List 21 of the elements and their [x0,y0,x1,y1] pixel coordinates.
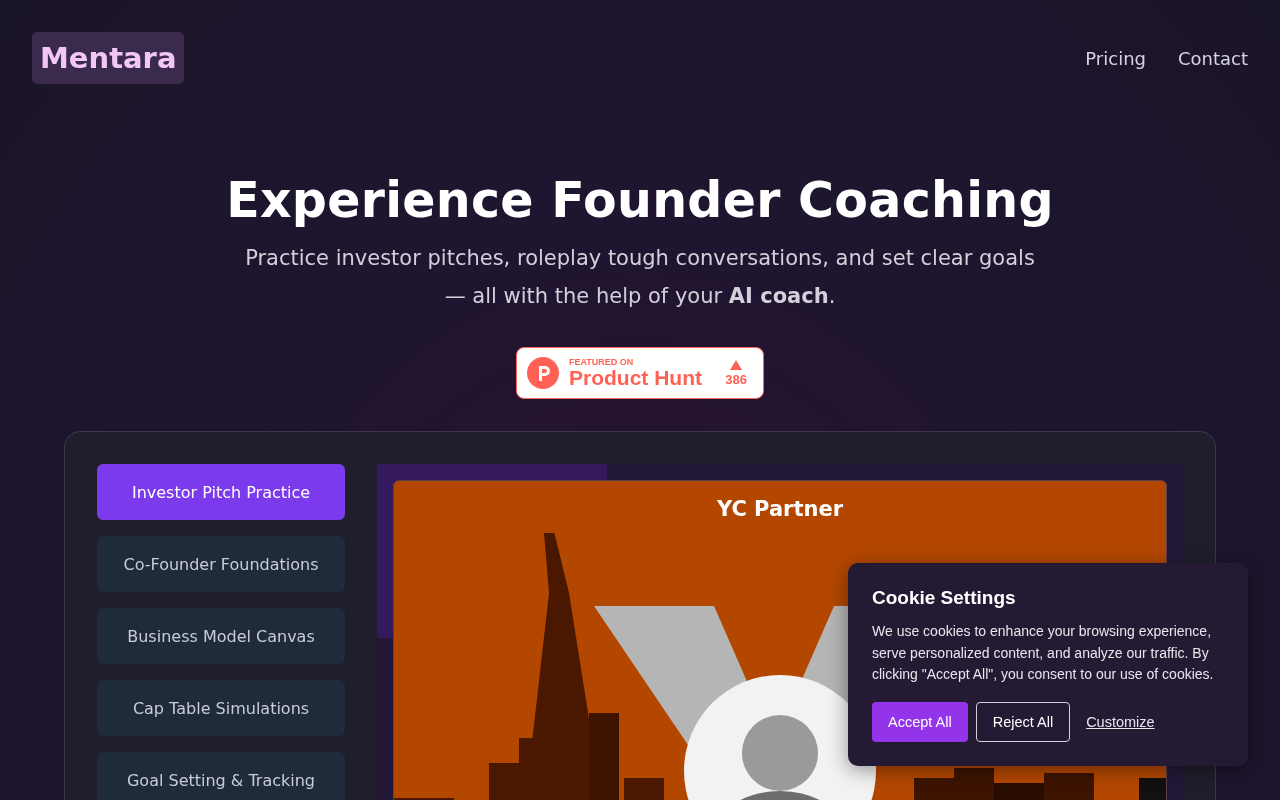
cookie-button[interactable]: Reject All [975,701,1071,742]
cookie-text: We use cookies to enhance your browsing experience, serve personalized content, and analyze our traffic. By clicking "Accept All", you consent to our use of cookies. [872,622,1215,684]
hero-subtitle: Practice investor pitches, roleplay tough conversations, and set clear goals — all with the help of your AI coach. [244,245,1036,310]
scenario-tab[interactable]: Cap Table Simulations [97,680,345,736]
vote-count: 386 [725,371,747,387]
logo[interactable]: Mentara [32,32,185,84]
badge-name: Product Hunt [569,367,703,389]
customize-link[interactable]: Customize [1086,713,1155,730]
upvote-icon [730,359,743,370]
nav-link[interactable]: Contact [1177,47,1248,69]
nav-link[interactable]: Pricing [1085,47,1146,69]
cookie-button[interactable]: Accept All [872,701,968,742]
product-hunt-logo-icon [527,357,559,389]
persona-title: YC Partner [716,497,844,523]
scenario-tab[interactable]: Co-Founder Foundations [97,536,345,592]
cookie-title: Cookie Settings [872,587,1017,609]
scenario-tab[interactable]: Business Model Canvas [97,608,345,664]
scenario-tab[interactable]: Investor Pitch Practice [97,464,345,520]
hero-title: Experience Founder Coaching [226,172,1054,229]
badge-kicker: FEATURED ON [569,357,635,367]
scenario-tab[interactable]: Goal Setting & Tracking [97,752,345,800]
